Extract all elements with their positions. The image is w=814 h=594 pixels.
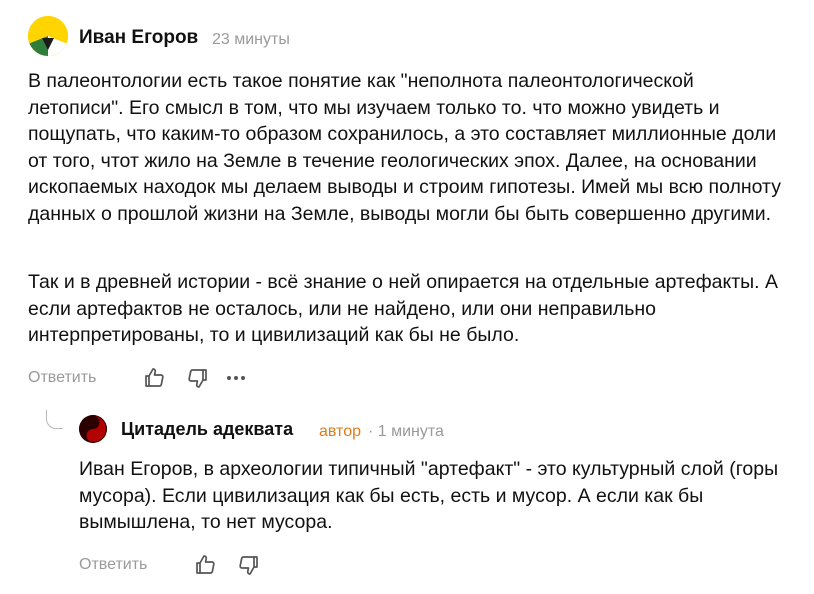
thumbs-up-icon[interactable]	[142, 366, 166, 390]
thumbs-down-icon[interactable]	[186, 366, 210, 390]
avatar-image	[79, 415, 107, 443]
reply-button[interactable]: Ответить	[28, 369, 96, 387]
thread-connector	[46, 410, 63, 429]
thumbs-down-icon[interactable]	[237, 553, 261, 577]
reply-avatar[interactable]	[79, 415, 107, 443]
avatar-image	[28, 16, 68, 56]
reply-author[interactable]: Цитадель адеквата	[121, 418, 293, 440]
comment-actions: Ответить	[28, 366, 248, 390]
reply-actions: Ответить	[79, 553, 261, 577]
author-badge: автор	[319, 423, 361, 440]
more-dots-icon[interactable]	[224, 366, 248, 390]
reply-text: Иван Егоров, в археологии типичный "арте…	[79, 458, 779, 533]
thumbs-up-icon[interactable]	[193, 553, 217, 577]
reply-button[interactable]: Ответить	[79, 556, 147, 574]
reply-timestamp: · 1 минута	[368, 423, 444, 440]
user-avatar[interactable]	[28, 16, 68, 56]
comment-timestamp: 23 минуты	[212, 31, 290, 48]
comment-paragraph: Так и в древней истории - всё знание о н…	[28, 271, 779, 346]
comment-paragraph: В палеонтологии есть такое понятие как "…	[28, 70, 781, 225]
comment-author[interactable]: Иван Егоров	[79, 26, 198, 50]
